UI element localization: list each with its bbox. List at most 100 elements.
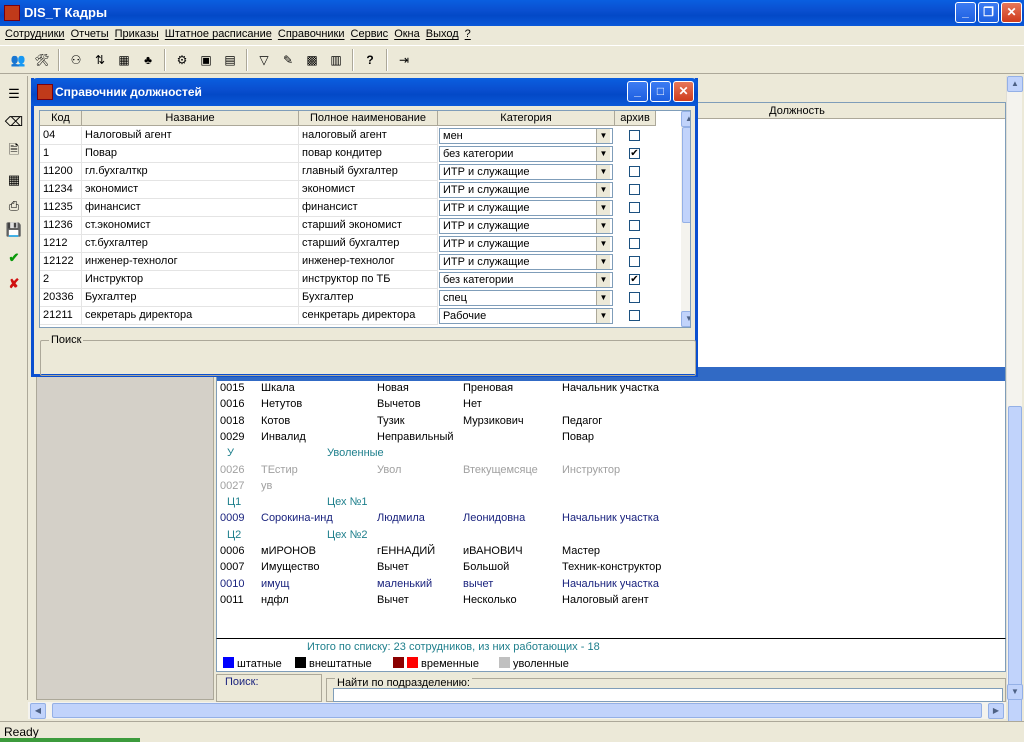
grid-vertical-scrollbar[interactable]: ▲ ▼ (681, 111, 690, 327)
archive-checkbox[interactable] (629, 256, 640, 267)
table-icon[interactable]: ▤ (220, 50, 240, 70)
position-full-name[interactable]: финансист (299, 199, 438, 217)
hscroll-thumb[interactable] (52, 703, 982, 718)
table-row[interactable]: 11236 ст.экономист старший экономист ИТР и … (40, 217, 656, 235)
position-code[interactable]: 2 (40, 271, 82, 289)
archive-checkbox[interactable] (629, 166, 640, 177)
people-icon[interactable]: 👥 (8, 50, 28, 70)
sheet-icon[interactable]: ▩ (302, 50, 322, 70)
table-row[interactable]: 21211 секретарь директора сенкретарь дирек… (40, 307, 656, 325)
scroll-left-icon[interactable]: ◀ (30, 703, 46, 719)
menu-item[interactable]: Отчеты (68, 26, 112, 42)
horizontal-scrollbar[interactable]: ◀ ▶ (28, 702, 1006, 719)
position-code[interactable]: 11200 (40, 163, 82, 181)
position-name[interactable]: ст.экономист (82, 217, 299, 235)
chevron-down-icon[interactable]: ▼ (596, 309, 610, 323)
close-button[interactable]: ✕ (1001, 2, 1022, 23)
archive-checkbox[interactable] (629, 184, 640, 195)
position-code[interactable]: 11236 (40, 217, 82, 235)
position-code[interactable]: 20336 (40, 289, 82, 307)
table-row[interactable]: 1212 ст.бухгалтер старший бухгалтер ИТР и с… (40, 235, 656, 253)
eraser-icon[interactable]: ⌫ (4, 112, 24, 132)
position-name[interactable]: Повар (82, 145, 299, 163)
employee-search-box[interactable]: Поиск: (216, 674, 322, 702)
position-full-name[interactable]: экономист (299, 181, 438, 199)
table-row[interactable]: 0018 Котов Тузик Мурзикович Педагог (217, 415, 997, 431)
chevron-down-icon[interactable]: ▼ (596, 219, 610, 233)
position-code[interactable]: 04 (40, 127, 82, 145)
calendar-icon[interactable]: ▦ (114, 50, 134, 70)
tree-icon[interactable]: ♣ (138, 50, 158, 70)
column-header[interactable]: Полное наименование (299, 111, 438, 126)
group-row[interactable]: Ц2 Цех №2 (217, 529, 997, 545)
menu-item[interactable]: Приказы (112, 26, 162, 42)
table-row[interactable]: 0007 Имущество Вычет Большой Техник-конструк… (217, 561, 997, 577)
position-name[interactable]: инженер-технолог (82, 253, 299, 271)
position-code[interactable]: 1 (40, 145, 82, 163)
category-select[interactable]: ИТР и служащие (439, 218, 613, 234)
column-header[interactable]: Категория (438, 111, 615, 126)
archive-checkbox[interactable] (629, 202, 640, 213)
dialog-minimize-button[interactable]: _ (627, 81, 648, 102)
chevron-down-icon[interactable]: ▼ (596, 273, 610, 287)
table-row[interactable]: 0009 Сорокина-инд Людмила Леонидовна Начальн… (217, 512, 997, 528)
position-full-name[interactable]: Бухгалтер (299, 289, 438, 307)
position-full-name[interactable]: старший экономист (299, 217, 438, 235)
chevron-down-icon[interactable]: ▼ (596, 237, 610, 251)
department-search-input[interactable] (333, 688, 1003, 702)
save-icon[interactable]: 💾 (4, 220, 24, 240)
vertical-scrollbar[interactable]: ▲ ▼ (1006, 76, 1023, 736)
position-code[interactable]: 12122 (40, 253, 82, 271)
dialog-search-box[interactable]: Поиск (40, 334, 696, 376)
table-row[interactable]: 0015 Шкала Новая Преновая Начальник участка (217, 382, 997, 398)
grid-scroll-thumb[interactable] (682, 127, 690, 223)
position-name[interactable]: экономист (82, 181, 299, 199)
category-select[interactable]: без категории (439, 272, 613, 288)
cancel-icon[interactable]: ✘ (4, 274, 24, 294)
position-name[interactable]: Бухгалтер (82, 289, 299, 307)
check-icon[interactable]: ✔ (4, 248, 24, 268)
position-name[interactable]: Инструктор (82, 271, 299, 289)
category-select[interactable]: ИТР и служащие (439, 254, 613, 270)
filter-icon[interactable]: ▽ (254, 50, 274, 70)
edit-icon[interactable]: ✎ (278, 50, 298, 70)
chevron-down-icon[interactable]: ▼ (596, 165, 610, 179)
category-select[interactable]: ИТР и служащие (439, 236, 613, 252)
column-header-position[interactable]: Должность (697, 105, 897, 117)
table-row[interactable]: 1 Повар повар кондитер без категории ▼ ✔ (40, 145, 656, 163)
tools-icon[interactable]: 🛠 (32, 50, 52, 70)
archive-checkbox[interactable] (629, 292, 640, 303)
table-row[interactable]: 0029 Инвалид Неправильный Повар (217, 431, 997, 447)
dialog-maximize-button[interactable]: □ (650, 81, 671, 102)
archive-checkbox[interactable] (629, 220, 640, 231)
table-row[interactable]: 0006 мИРОНОВ гЕННАДИЙ иВАНОВИЧ Мастер (217, 545, 997, 561)
table-row[interactable]: 0010 имущ маленький вычет Начальник участка (217, 578, 997, 594)
calculator-icon[interactable]: ▦ (4, 170, 24, 190)
chevron-down-icon[interactable]: ▼ (596, 129, 610, 143)
chevron-down-icon[interactable]: ▼ (596, 291, 610, 305)
minimize-button[interactable]: _ (955, 2, 976, 23)
category-select[interactable]: без категории (439, 146, 613, 162)
position-code[interactable]: 11234 (40, 181, 82, 199)
table-row[interactable]: 11235 финансист финансист ИТР и служащие ▼ (40, 199, 656, 217)
table-row[interactable]: 11234 экономист экономист ИТР и служащие ▼ (40, 181, 656, 199)
column-header[interactable]: Название (82, 111, 299, 126)
table-row[interactable]: 0011 ндфл Вычет Несколько Налоговый агент (217, 594, 997, 610)
menu-item[interactable]: ? (462, 26, 474, 42)
department-tree-panel[interactable] (36, 370, 214, 700)
category-select[interactable]: спец (439, 290, 613, 306)
restore-button[interactable]: ❐ (978, 2, 999, 23)
table-row[interactable]: 11200 гл.бухгалткр главный бухгалтер ИТР и … (40, 163, 656, 181)
position-name[interactable]: финансист (82, 199, 299, 217)
group-icon[interactable]: ⚇ (66, 50, 86, 70)
position-code[interactable]: 11235 (40, 199, 82, 217)
exit-icon[interactable]: ⇥ (394, 50, 414, 70)
table-row[interactable]: 04 Налоговый агент налоговый агент мен ▼ (40, 127, 656, 145)
group-row[interactable]: У Уволенные (217, 447, 997, 463)
menu-item[interactable]: Штатное расписание (162, 26, 275, 42)
org-icon[interactable]: ⚙ (172, 50, 192, 70)
archive-checkbox[interactable]: ✔ (629, 148, 640, 159)
card-icon[interactable]: ▣ (196, 50, 216, 70)
document-icon[interactable]: 🗎 (4, 140, 24, 160)
column-header[interactable]: архив (615, 111, 656, 126)
